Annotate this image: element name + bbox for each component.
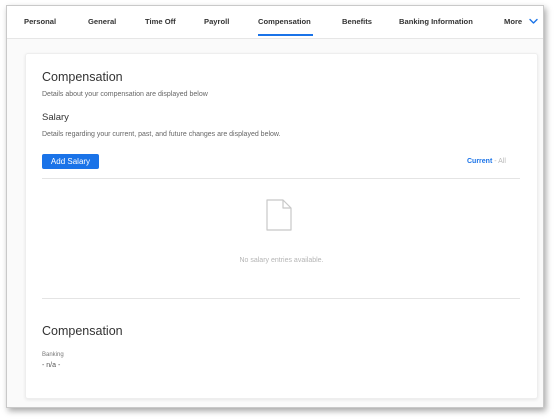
tab-compensation[interactable]: Compensation (258, 17, 311, 26)
compensation-card: Compensation Details about your compensa… (25, 53, 538, 399)
chevron-down-icon[interactable] (529, 18, 538, 25)
page-title: Compensation (42, 70, 123, 84)
tab-banking-information[interactable]: Banking Information (399, 17, 473, 26)
filter-current-link[interactable]: Current (467, 158, 492, 165)
document-icon (266, 199, 292, 231)
tab-payroll[interactable]: Payroll (204, 17, 229, 26)
salary-top-divider (42, 178, 520, 179)
salary-filter: Current - All (467, 158, 506, 165)
filter-all-link[interactable]: All (498, 158, 506, 165)
tab-time-off[interactable]: Time Off (145, 17, 176, 26)
page-subtitle: Details about your compensation are disp… (42, 91, 208, 98)
banking-label: Banking (42, 352, 64, 358)
tab-more[interactable]: More (504, 17, 522, 26)
compensation-section-heading: Compensation (42, 324, 123, 338)
tab-bar: Personal General Time Off Payroll Compen… (7, 6, 543, 39)
tab-personal[interactable]: Personal (24, 17, 56, 26)
tab-benefits[interactable]: Benefits (342, 17, 372, 26)
app-window: Personal General Time Off Payroll Compen… (6, 5, 544, 408)
empty-state-message: No salary entries available. (239, 257, 324, 264)
tab-general[interactable]: General (88, 17, 116, 26)
salary-bottom-divider (42, 298, 520, 299)
salary-subtitle: Details regarding your current, past, an… (42, 131, 281, 138)
add-salary-button[interactable]: Add Salary (42, 154, 99, 169)
salary-heading: Salary (42, 112, 69, 123)
active-tab-indicator (258, 34, 313, 36)
banking-value: - n/a - (42, 362, 61, 369)
